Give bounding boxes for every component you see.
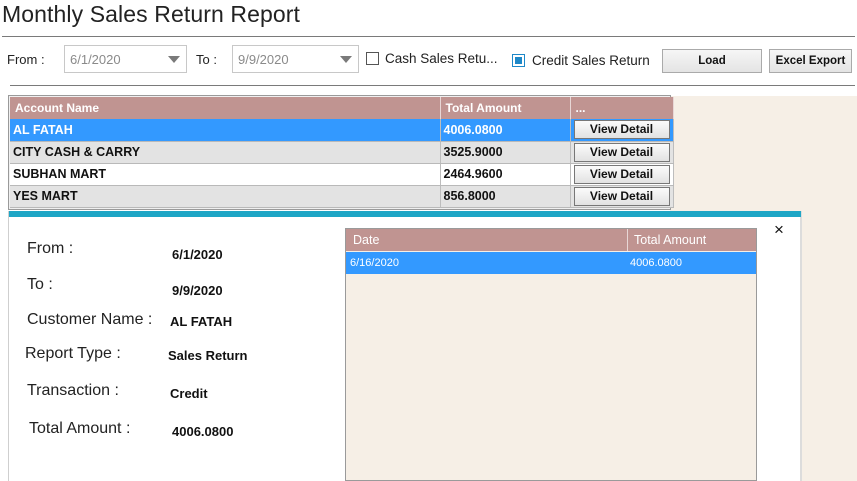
view-detail-button[interactable]: View Detail [573,142,670,162]
account-name-cell[interactable]: SUBHAN MART [10,163,441,186]
total-amount-cell[interactable]: 4006.0800 [440,119,571,142]
table-row[interactable]: YES MART 856.8000 View Detail [10,185,674,208]
window-title: Monthly Sales Return Report [2,1,301,27]
excel-export-button[interactable]: Excel Export [769,49,852,73]
table-row[interactable]: AL FATAH 4006.0800 View Detail [10,119,674,142]
column-header-total-amount[interactable]: Total Amount [634,233,706,247]
credit-sales-return-label[interactable]: Credit Sales Return [532,53,650,68]
detail-customer-value: AL FATAH [170,314,233,329]
detail-to-value: 9/9/2020 [172,283,223,298]
close-icon[interactable]: × [774,220,784,240]
detail-from-value: 6/1/2020 [172,247,223,262]
date-cell[interactable]: 6/16/2020 [350,257,399,269]
view-detail-button[interactable]: View Detail [573,164,670,184]
table-row[interactable]: 6/16/2020 4006.0800 [346,252,756,274]
to-label: To : [196,52,217,67]
chevron-down-icon[interactable] [168,56,180,63]
detail-report-type-value: Sales Return [168,348,248,363]
from-label: From : [7,52,45,67]
detail-grid-header: Date Total Amount [346,229,756,251]
detail-total-value: 4006.0800 [172,424,234,439]
account-name-cell[interactable]: CITY CASH & CARRY [10,141,441,164]
account-name-cell[interactable]: AL FATAH [10,119,441,142]
credit-sales-return-checkbox[interactable] [512,54,525,67]
detail-total-label: Total Amount : [29,420,131,437]
detail-to-label: To : [27,276,53,293]
total-amount-cell[interactable]: 3525.9000 [440,141,571,164]
to-date-value: 9/9/2020 [238,52,289,67]
column-separator [627,229,628,251]
column-header-actions[interactable]: ... [570,97,674,119]
total-amount-cell[interactable]: 856.8000 [440,185,571,208]
detail-from-label: From : [27,240,74,257]
total-amount-cell[interactable]: 2464.9600 [440,163,571,186]
column-header-total-amount[interactable]: Total Amount [440,97,571,119]
to-date-picker[interactable]: 9/9/2020 [232,45,359,73]
popup-accent-bar [9,211,801,217]
account-name-cell[interactable]: YES MART [10,185,441,208]
title-divider [2,36,855,37]
column-header-account-name[interactable]: Account Name [10,97,441,119]
cash-sales-return-checkbox[interactable] [366,52,379,65]
chevron-down-icon[interactable] [340,56,352,63]
detail-customer-label: Customer Name : [27,311,153,328]
cash-sales-return-label[interactable]: Cash Sales Retu... [385,51,498,66]
table-row[interactable]: CITY CASH & CARRY 3525.9000 View Detail [10,141,674,164]
column-header-date[interactable]: Date [353,233,379,247]
view-detail-button[interactable]: View Detail [573,186,670,206]
detail-grid: Date Total Amount 6/16/2020 4006.0800 [345,228,757,481]
filter-divider [10,85,855,86]
detail-report-type-label: Report Type : [25,345,121,362]
amount-cell[interactable]: 4006.0800 [630,257,682,269]
from-date-value: 6/1/2020 [70,52,121,67]
accounts-grid: Account Name Total Amount ... AL FATAH 4… [10,97,674,208]
table-row[interactable]: SUBHAN MART 2464.9600 View Detail [10,163,674,186]
detail-transaction-label: Transaction : [27,382,119,399]
view-detail-button[interactable]: View Detail [573,120,670,140]
load-button[interactable]: Load [662,49,762,73]
from-date-picker[interactable]: 6/1/2020 [64,45,187,73]
detail-transaction-value: Credit [170,386,208,401]
